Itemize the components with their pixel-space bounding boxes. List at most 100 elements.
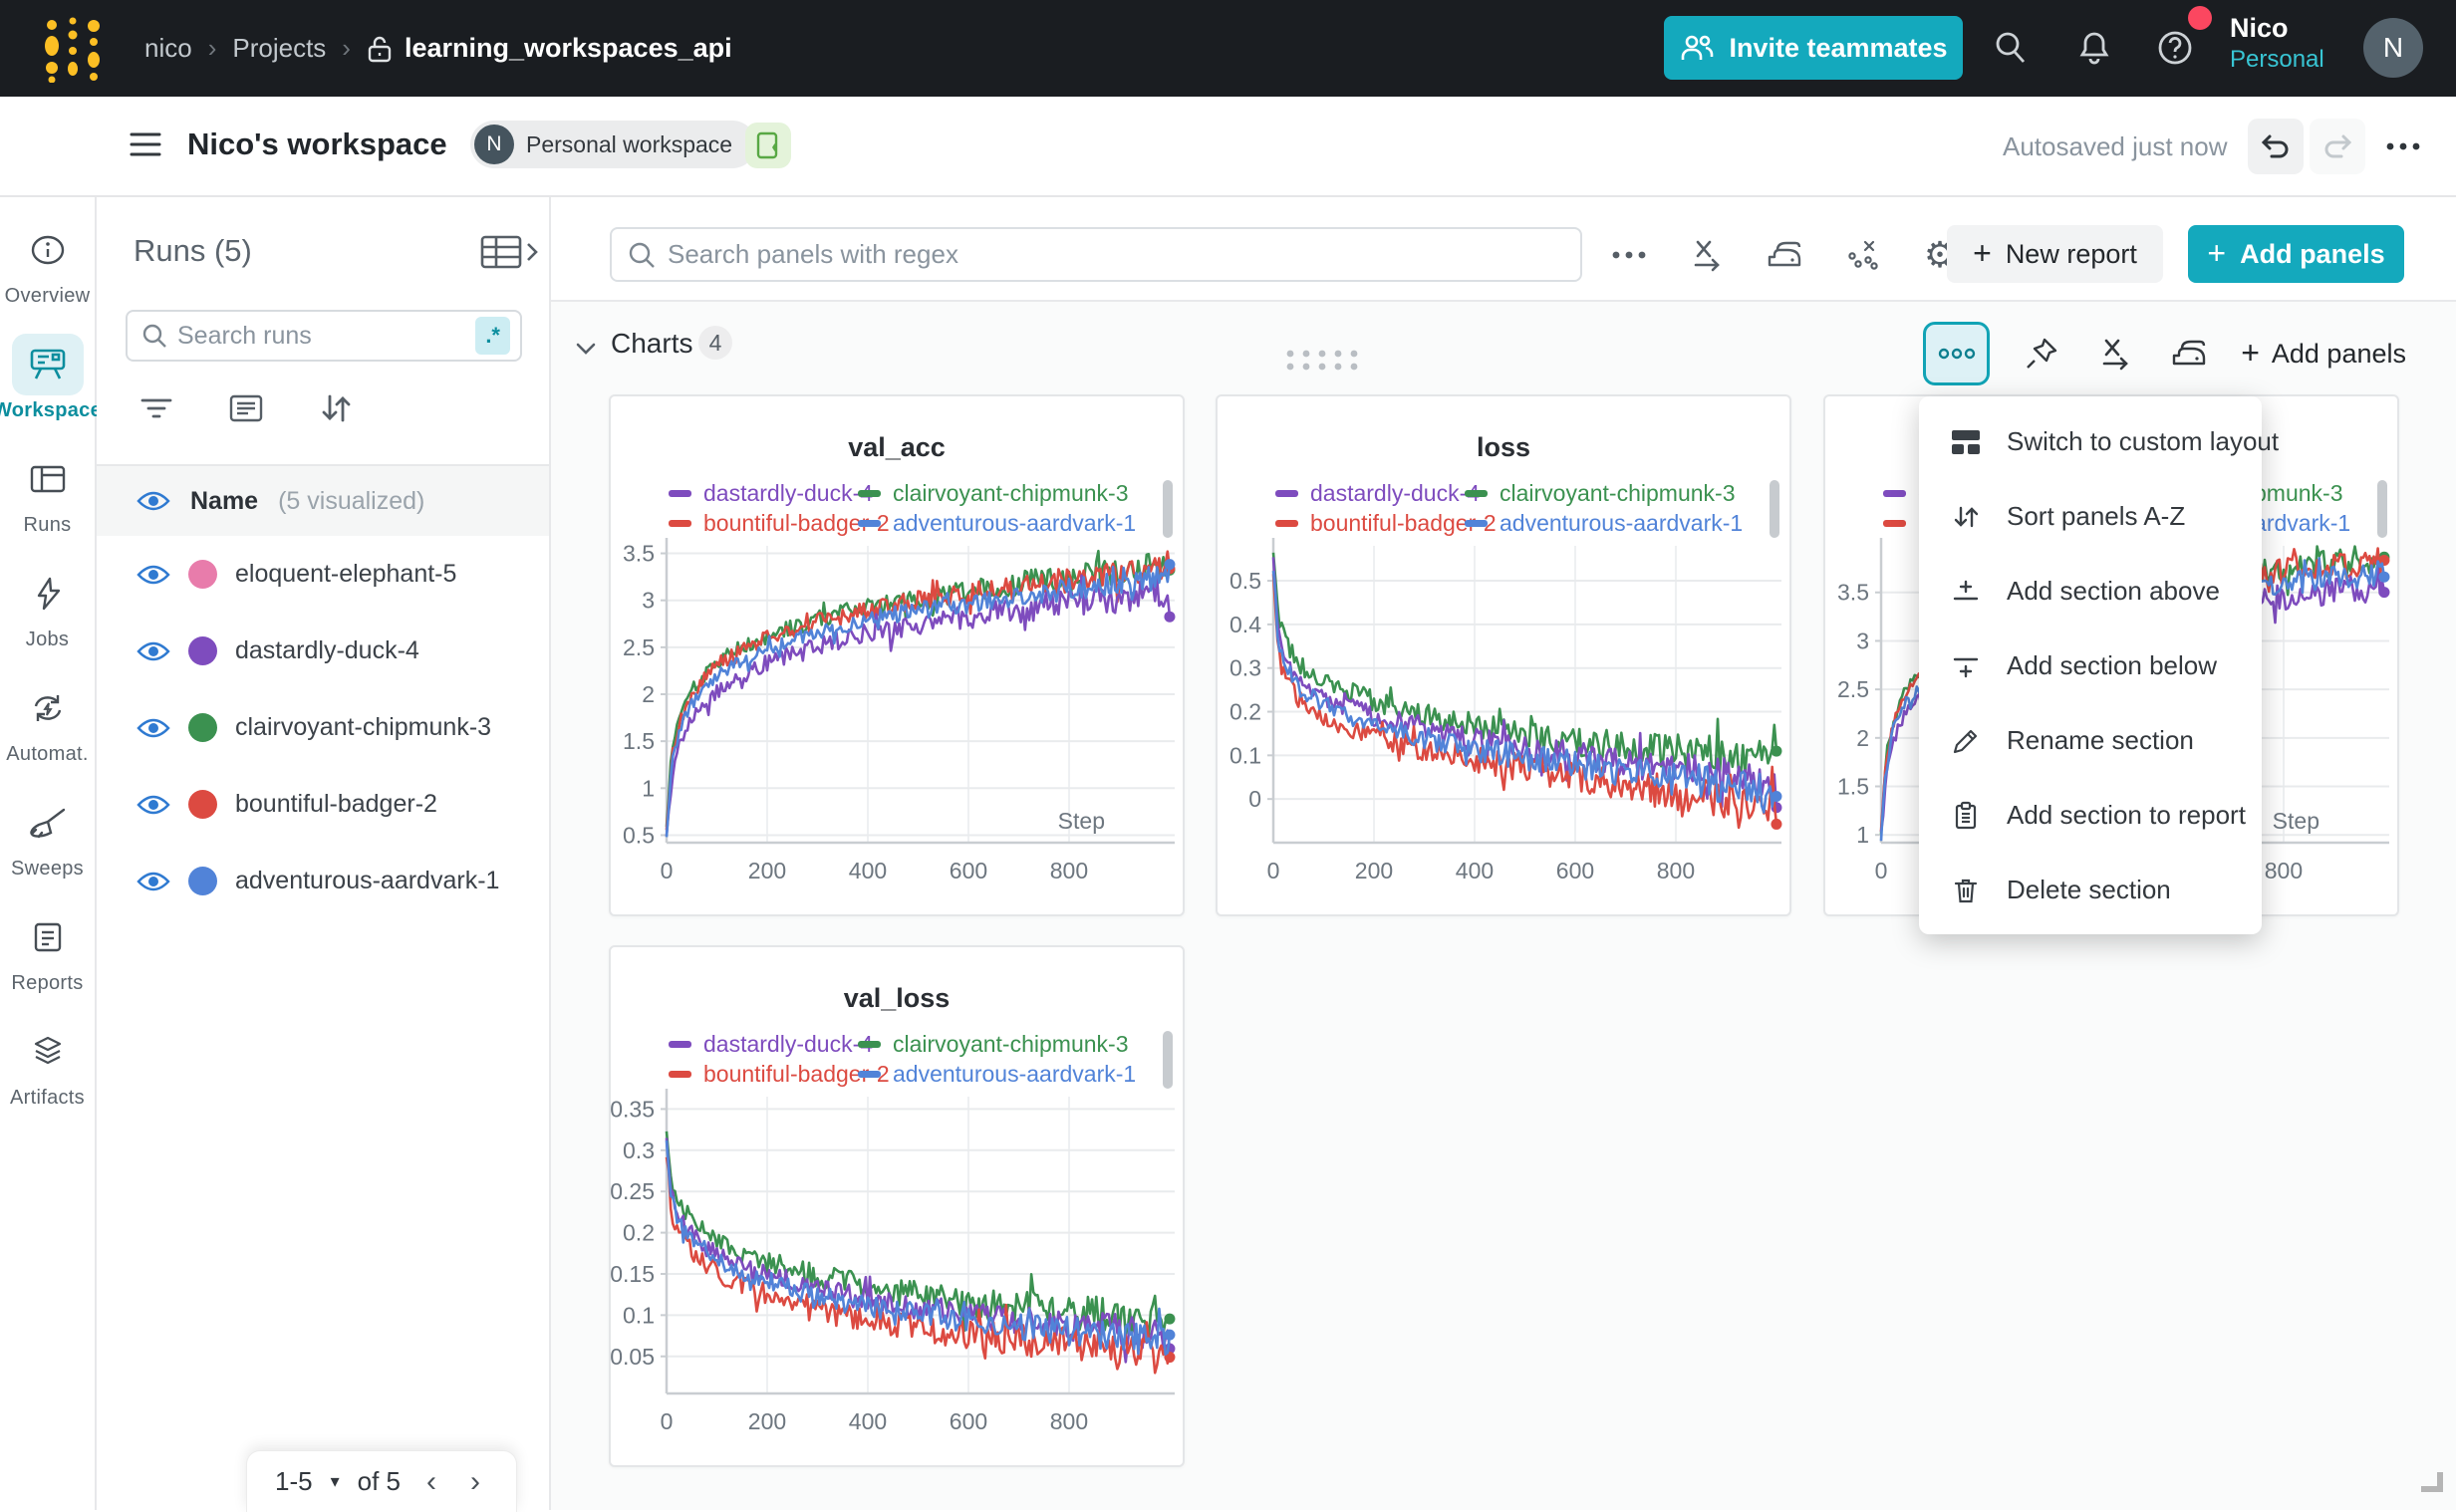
- sidebar-item-jobs[interactable]: Jobs: [0, 563, 96, 677]
- breadcrumb-section[interactable]: Projects: [232, 33, 326, 64]
- run-name: adventurous-aardvark-1: [235, 867, 499, 895]
- lightning-icon: [31, 576, 65, 612]
- charts-section-header: Charts 4: [551, 300, 2456, 395]
- filter-icon[interactable]: [136, 388, 176, 428]
- plus-icon: +: [2241, 337, 2260, 369]
- sidebar-item-automations[interactable]: Automat.: [0, 677, 96, 792]
- eye-icon[interactable]: [136, 793, 170, 817]
- search-panels-input[interactable]: Search panels with regex: [610, 227, 1582, 282]
- help-icon[interactable]: [2155, 28, 2195, 68]
- workspace-title[interactable]: Nico's workspace: [187, 126, 447, 162]
- run-name: clairvoyant-chipmunk-3: [235, 713, 491, 742]
- new-report-label: New report: [2006, 239, 2137, 270]
- runs-pagination: 1-5 ▾ of 5 ‹ ›: [246, 1450, 517, 1512]
- add-panels-button[interactable]: + Add panels: [2188, 225, 2404, 283]
- search-runs-placeholder: Search runs: [177, 322, 465, 351]
- pin-icon[interactable]: [2020, 332, 2063, 376]
- svg-text:0: 0: [661, 858, 674, 883]
- sandbox-button[interactable]: [745, 123, 791, 168]
- svg-text:800: 800: [1050, 858, 1088, 883]
- menu-item-add-section-above[interactable]: Add section above: [1919, 554, 2262, 629]
- undo-icon: [2259, 132, 2293, 160]
- run-row[interactable]: bountiful-badger-2: [97, 766, 549, 843]
- menu-item-rename-section[interactable]: Rename section: [1919, 703, 2262, 778]
- previous-page-button[interactable]: ‹: [418, 1465, 444, 1499]
- search-runs-input[interactable]: Search runs .*: [126, 310, 522, 362]
- runs-header-name[interactable]: Name: [190, 487, 258, 516]
- sidebar-item-workspace[interactable]: Workspace: [0, 334, 96, 448]
- next-page-button[interactable]: ›: [462, 1465, 488, 1499]
- sidebar-item-overview[interactable]: Overview: [0, 219, 96, 334]
- chevron-down-icon[interactable]: [573, 336, 599, 362]
- undo-button[interactable]: [2248, 119, 2304, 174]
- svg-text:0: 0: [1248, 786, 1261, 812]
- workspace-overflow-button[interactable]: [2375, 119, 2431, 174]
- search-icon[interactable]: [1991, 28, 2031, 68]
- trash-icon: [1949, 874, 1983, 907]
- sidebar-item-artifacts[interactable]: Artifacts: [0, 1021, 96, 1135]
- section-title[interactable]: Charts: [611, 328, 692, 360]
- avatar[interactable]: N: [2363, 18, 2423, 78]
- outliers-icon[interactable]: [1840, 233, 1884, 277]
- breadcrumb-separator: ›: [208, 33, 217, 64]
- run-row[interactable]: eloquent-elephant-5: [97, 536, 549, 613]
- hamburger-menu-icon[interactable]: [130, 130, 161, 158]
- expand-table-icon[interactable]: [478, 233, 538, 271]
- chevron-down-icon[interactable]: ▾: [331, 1471, 340, 1492]
- run-row[interactable]: dastardly-duck-4: [97, 613, 549, 689]
- eye-icon[interactable]: [136, 489, 170, 513]
- wandb-logo-icon[interactable]: [38, 13, 108, 83]
- run-row[interactable]: clairvoyant-chipmunk-3: [97, 689, 549, 766]
- run-row[interactable]: adventurous-aardvark-1: [97, 843, 549, 919]
- menu-item-add-section-to-report[interactable]: Add section to report: [1919, 778, 2262, 853]
- drag-handle-icon[interactable]: [1284, 346, 1360, 374]
- breadcrumb-project[interactable]: learning_workspaces_api: [367, 33, 732, 64]
- eye-icon[interactable]: [136, 870, 170, 893]
- sidebar-item-runs[interactable]: Runs: [0, 448, 96, 563]
- menu-item-add-section-below[interactable]: Add section below: [1919, 629, 2262, 703]
- pagination-range[interactable]: 1-5: [275, 1466, 313, 1497]
- chart-panel-val-loss[interactable]: val_lossdastardly-duck-4clairvoyant-chip…: [609, 945, 1185, 1467]
- smoothing-iron-icon[interactable]: [1763, 233, 1806, 277]
- sort-icon[interactable]: [316, 388, 356, 428]
- breadcrumb-team[interactable]: nico: [144, 33, 192, 64]
- search-panels-placeholder: Search panels with regex: [668, 239, 958, 270]
- resize-handle[interactable]: [2421, 1472, 2443, 1492]
- run-color-dot: [188, 867, 217, 895]
- user-block[interactable]: Nico Personal: [2230, 12, 2324, 75]
- new-report-button[interactable]: + New report: [1947, 225, 2163, 283]
- menu-item-switch-to-custom-layout[interactable]: Switch to custom layout: [1919, 404, 2262, 479]
- regex-toggle[interactable]: .*: [475, 317, 510, 355]
- group-list-icon[interactable]: [226, 388, 266, 428]
- chart-panel-loss[interactable]: lossdastardly-duck-4clairvoyant-chipmunk…: [1216, 394, 1791, 916]
- x-axis-icon[interactable]: [2093, 332, 2137, 376]
- section-overflow-button[interactable]: [1923, 322, 1990, 385]
- eye-icon[interactable]: [136, 716, 170, 740]
- broom-icon: [28, 806, 68, 840]
- menu-item-sort-panels[interactable]: Sort panels A-Z: [1919, 479, 2262, 554]
- menu-item-label: Rename section: [2007, 725, 2194, 756]
- svg-text:0.1: 0.1: [1229, 742, 1261, 768]
- automations-icon: [28, 691, 68, 725]
- workspace-controls: ⚙: [1607, 233, 1962, 277]
- overflow-menu-icon[interactable]: [1607, 233, 1651, 277]
- eye-icon[interactable]: [136, 639, 170, 663]
- x-axis-icon[interactable]: [1685, 233, 1729, 277]
- sidebar-item-reports[interactable]: Reports: [0, 906, 96, 1021]
- svg-text:2: 2: [1856, 725, 1869, 751]
- plus-icon: +: [2207, 237, 2226, 269]
- search-icon: [628, 241, 656, 269]
- smoothing-iron-icon[interactable]: [2167, 332, 2211, 376]
- menu-item-delete-section[interactable]: Delete section: [1919, 853, 2262, 927]
- eye-icon[interactable]: [136, 563, 170, 587]
- svg-text:3.5: 3.5: [623, 541, 655, 567]
- workspace-header: Nico's workspace N Personal workspace Au…: [0, 97, 2456, 197]
- bell-icon[interactable]: [2074, 28, 2114, 68]
- sidebar-item-label: Overview: [5, 285, 91, 308]
- chart-panel-val-acc[interactable]: val_accdastardly-duck-4clairvoyant-chipm…: [609, 394, 1185, 916]
- section-add-panels-button[interactable]: + Add panels: [2241, 339, 2406, 370]
- workspace-badge: N Personal workspace: [470, 121, 756, 168]
- redo-button[interactable]: [2310, 119, 2365, 174]
- sidebar-item-sweeps[interactable]: Sweeps: [0, 792, 96, 906]
- invite-teammates-button[interactable]: Invite teammates: [1664, 16, 1963, 80]
